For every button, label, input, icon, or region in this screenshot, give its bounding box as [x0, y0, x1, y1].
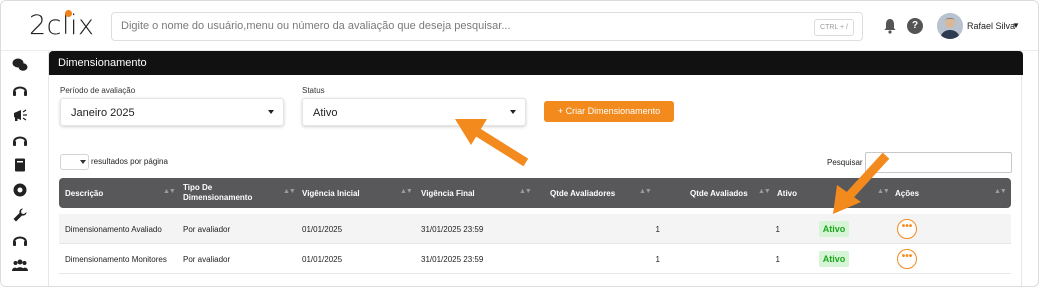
sort-icon[interactable]: ▲▼ — [400, 188, 413, 195]
top-bar: 2clix Digite o nome do usuário,menu ou n… — [1, 1, 1038, 51]
period-select[interactable]: Janeiro 2025 — [60, 98, 284, 126]
column-header-descricao[interactable]: Descrição — [65, 178, 175, 208]
create-dimensionamento-button[interactable]: + Criar Dimensionamento — [544, 101, 674, 122]
avatar[interactable] — [937, 13, 963, 39]
app-logo[interactable]: 2clix — [29, 10, 95, 41]
sort-icon[interactable]: ▲▼ — [877, 188, 890, 195]
team-icon[interactable] — [12, 257, 28, 273]
cell-descricao: Dimensionamento Monitores — [65, 255, 167, 264]
cell-descricao: Dimensionamento Avaliado — [65, 225, 162, 234]
cell-vigencia-final: 31/01/2025 23:59 — [421, 225, 484, 234]
table-search-label: Pesquisar — [827, 158, 863, 167]
column-header-acoes[interactable]: Ações — [895, 178, 935, 208]
status-badge: Ativo — [819, 221, 849, 237]
logo-dot — [65, 10, 72, 17]
sort-icon[interactable]: ▲▼ — [283, 188, 296, 195]
column-header-qtde-avaliadores[interactable]: Qtde Avaliadores — [550, 178, 650, 208]
headset-icon[interactable] — [12, 232, 28, 248]
results-per-page-label: resultados por página — [91, 157, 168, 166]
status-value: Ativo — [313, 107, 338, 119]
user-name[interactable]: Rafael Silva — [967, 21, 1015, 31]
book-icon[interactable] — [12, 157, 28, 173]
badge-icon[interactable] — [12, 182, 28, 198]
period-value: Janeiro 2025 — [71, 107, 135, 119]
cell-qtde-avaliadores: 1 — [655, 225, 660, 234]
chevron-down-icon[interactable]: ▼ — [1012, 21, 1020, 30]
chat-icon[interactable] — [12, 57, 28, 73]
wrench-icon[interactable] — [12, 207, 28, 223]
chevron-down-icon — [268, 110, 274, 114]
cell-vigencia-inicial: 01/01/2025 — [302, 255, 343, 264]
megaphone-icon[interactable] — [12, 107, 28, 123]
period-label: Período de avaliação — [60, 86, 136, 95]
search-placeholder: Digite o nome do usuário,menu ou número … — [121, 20, 511, 32]
cell-vigencia-inicial: 01/01/2025 — [302, 225, 343, 234]
headset-icon[interactable] — [12, 82, 28, 98]
column-header-ativo[interactable]: Ativo — [777, 178, 817, 208]
table-header: Descrição ▲▼ Tipo De Dimensionamento ▲▼ … — [59, 178, 1011, 208]
bell-icon[interactable] — [884, 18, 896, 34]
sidebar — [1, 51, 41, 286]
row-actions-button[interactable]: ••• — [897, 249, 917, 269]
column-header-vigencia-final[interactable]: Vigência Final — [421, 178, 521, 208]
chevron-down-icon — [80, 160, 86, 164]
row-actions-button[interactable]: ••• — [897, 219, 917, 239]
cell-tipo: Por avaliador — [183, 255, 231, 264]
headset-icon[interactable] — [12, 132, 28, 148]
search-shortcut-hint: CTRL + / — [814, 19, 854, 36]
sort-icon[interactable]: ▲▼ — [758, 188, 771, 195]
app-window: 2clix Digite o nome do usuário,menu ou n… — [0, 0, 1039, 287]
column-header-tipo[interactable]: Tipo De Dimensionamento — [183, 178, 273, 208]
sort-icon[interactable]: ▲▼ — [163, 188, 176, 195]
user-avatar-icon — [937, 13, 963, 39]
sort-icon[interactable]: ▲▼ — [639, 188, 652, 195]
chevron-down-icon — [510, 110, 516, 114]
cell-qtde-avaliadores: 1 — [655, 255, 660, 264]
column-header-vigencia-inicial[interactable]: Vigência Inicial — [302, 178, 402, 208]
table-search-input[interactable] — [865, 152, 1012, 173]
cell-qtde-avaliados: 1 — [775, 225, 780, 234]
results-per-page-select[interactable] — [60, 154, 89, 170]
table-row: Dimensionamento Avaliado Por avaliador 0… — [59, 214, 1011, 244]
page-title: Dimensionamento — [58, 57, 147, 69]
panel-header: Dimensionamento — [49, 51, 1023, 75]
sort-icon[interactable]: ▲▼ — [519, 188, 532, 195]
status-label: Status — [302, 86, 325, 95]
dimensionamento-panel: Dimensionamento Período de avaliação Jan… — [48, 51, 1023, 286]
help-icon[interactable]: ? — [907, 18, 923, 34]
cell-tipo: Por avaliador — [183, 225, 231, 234]
global-search-input[interactable]: Digite o nome do usuário,menu ou número … — [111, 12, 863, 41]
table-row: Dimensionamento Monitores Por avaliador … — [59, 244, 1011, 274]
sort-icon[interactable]: ▲▼ — [994, 188, 1007, 195]
status-select[interactable]: Ativo — [302, 98, 526, 126]
cell-qtde-avaliados: 1 — [775, 255, 780, 264]
status-badge: Ativo — [819, 251, 849, 267]
cell-vigencia-final: 31/01/2025 23:59 — [421, 255, 484, 264]
